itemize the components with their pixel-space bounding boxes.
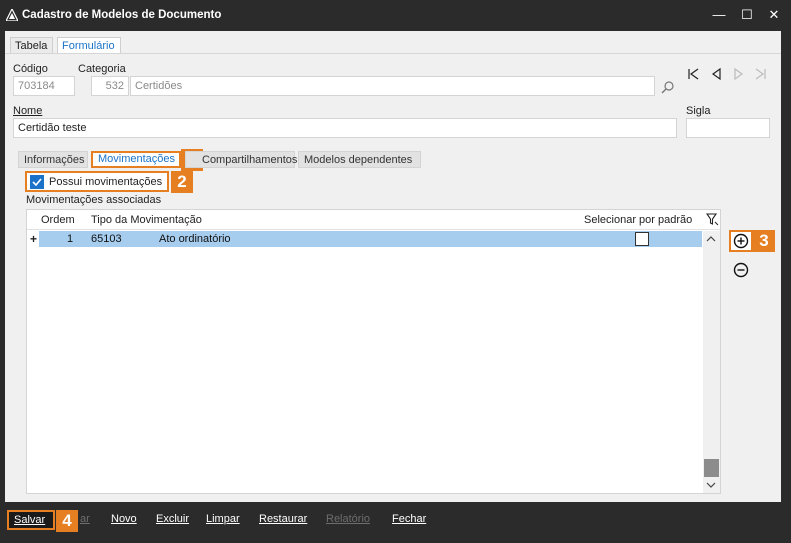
novo-button[interactable]: Novo <box>111 513 137 525</box>
categoria-code-field[interactable]: 532 <box>91 76 129 96</box>
sigla-label: Sigla <box>686 105 711 117</box>
nome-label: Nome <box>13 105 43 117</box>
title-bar: Cadastro de Modelos de Documento — ☐ ✕ <box>0 0 791 31</box>
fechar-button[interactable]: Fechar <box>392 513 426 525</box>
possui-movimentacoes-label: Possui movimentações <box>49 176 163 188</box>
app-logo-icon <box>6 9 18 21</box>
sigla-field[interactable] <box>686 118 770 138</box>
categoria-label: Categoria <box>78 63 126 75</box>
table-row[interactable]: 1 65103 Ato ordinatório <box>39 231 702 247</box>
first-record-icon[interactable] <box>686 67 700 81</box>
categoria-name-field[interactable]: Certidões <box>130 76 655 96</box>
step-badge-3: 3 <box>753 230 775 252</box>
minimize-button[interactable]: — <box>707 4 731 26</box>
codigo-label: Código <box>13 63 48 75</box>
tab-formulario[interactable]: Formulário <box>57 37 121 54</box>
movimentacoes-grid: Ordem Tipo da Movimentação Selecionar po… <box>26 209 721 494</box>
column-tipo[interactable]: Tipo da Movimentação <box>91 214 202 226</box>
vertical-scrollbar[interactable] <box>703 231 720 493</box>
codigo-field[interactable]: 703184 <box>13 76 75 96</box>
column-selecionar[interactable]: Selecionar por padrão <box>584 214 692 226</box>
save-button[interactable]: Salvar <box>7 510 55 530</box>
cancel-button[interactable]: ar <box>80 513 90 525</box>
step-badge-4: 4 <box>56 510 78 532</box>
maximize-button[interactable]: ☐ <box>735 4 759 26</box>
tab-divider <box>5 53 781 54</box>
tab-compartilhamentos[interactable]: Compartilhamentos <box>185 151 297 168</box>
scrollbar-thumb[interactable] <box>704 459 719 477</box>
tab-movimentacoes[interactable]: Movimentações <box>91 151 181 168</box>
row-ordem: 1 <box>67 233 74 245</box>
relatorio-button[interactable]: Relatório <box>326 513 370 525</box>
bottom-toolbar: Salvar 4 ar Novo Excluir Limpar Restaura… <box>0 507 791 533</box>
plus-circle-icon <box>733 233 749 249</box>
remove-movimentacao-button[interactable] <box>732 261 750 279</box>
expand-row-icon[interactable]: + <box>30 232 37 246</box>
window-title: Cadastro de Modelos de Documento <box>22 9 222 21</box>
restaurar-button[interactable]: Restaurar <box>259 513 307 525</box>
row-descricao: Ato ordinatório <box>159 233 231 245</box>
limpar-button[interactable]: Limpar <box>206 513 240 525</box>
scroll-up-icon[interactable] <box>706 235 716 243</box>
checkbox-checked-icon <box>30 175 44 189</box>
possui-movimentacoes-checkbox[interactable]: Possui movimentações <box>25 171 169 192</box>
row-selecionar-checkbox[interactable] <box>635 232 649 246</box>
nome-field[interactable]: Certidão teste <box>13 118 677 138</box>
grid-header: Ordem Tipo da Movimentação Selecionar po… <box>27 210 720 230</box>
tab-tabela[interactable]: Tabela <box>10 37 53 54</box>
previous-record-icon[interactable] <box>710 67 724 81</box>
row-codigo: 65103 <box>91 233 122 245</box>
search-icon[interactable] <box>661 80 675 94</box>
column-ordem[interactable]: Ordem <box>41 214 75 226</box>
save-button-label: Salvar <box>14 514 46 526</box>
main-panel: Tabela Formulário Código 703184 Categori… <box>5 31 781 502</box>
excluir-button[interactable]: Excluir <box>156 513 189 525</box>
filter-icon[interactable] <box>706 213 719 226</box>
scroll-down-icon[interactable] <box>706 481 716 489</box>
tab-informacoes[interactable]: Informações <box>18 151 88 168</box>
step-badge-2: 2 <box>171 171 193 193</box>
last-record-icon[interactable] <box>754 67 768 81</box>
tab-modelos-dependentes[interactable]: Modelos dependentes <box>298 151 421 168</box>
section-label: Movimentações associadas <box>26 194 162 206</box>
next-record-icon[interactable] <box>731 67 745 81</box>
add-movimentacao-button[interactable] <box>729 230 753 252</box>
close-button[interactable]: ✕ <box>762 4 786 26</box>
